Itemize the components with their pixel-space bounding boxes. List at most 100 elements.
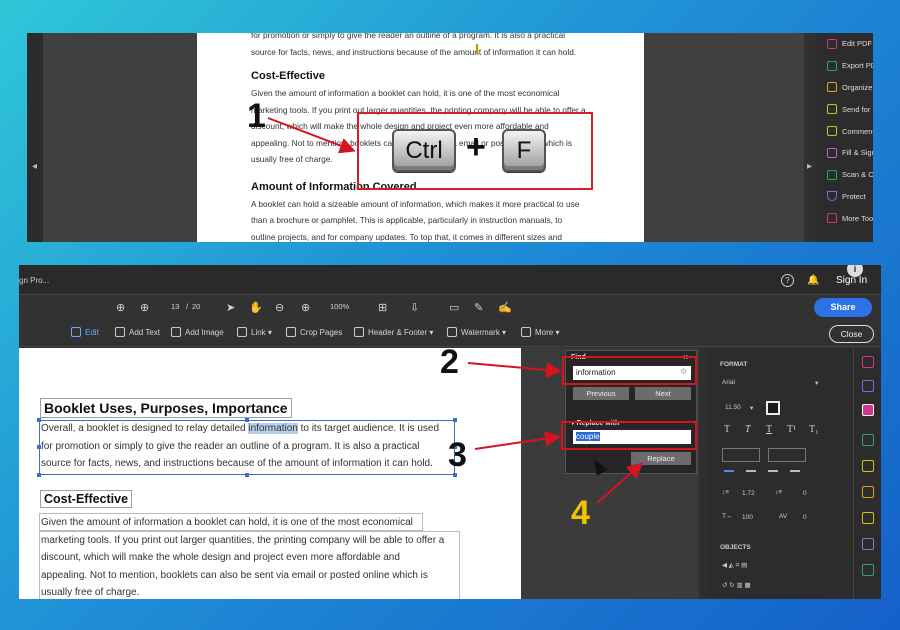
scroll-mode-icon[interactable]: ⇩ (410, 301, 419, 315)
paragraph-overall[interactable]: Overall, a booklet is designed to relay … (41, 420, 439, 473)
resize-handle[interactable] (245, 473, 249, 477)
bullet-list-select[interactable] (722, 448, 760, 462)
share-button[interactable]: Share (814, 298, 872, 317)
subscript-icon[interactable]: T₁ (809, 424, 819, 435)
fit-page-icon[interactable]: ⊞ (378, 301, 387, 315)
pen-icon[interactable]: ✎ (474, 301, 483, 315)
doc-line: outline projects, and for company update… (251, 231, 563, 242)
scan-icon (827, 169, 837, 180)
help-icon[interactable]: ? (781, 274, 794, 287)
tool-send-for[interactable]: Send for (816, 98, 873, 120)
bell-icon[interactable]: 🔔 (807, 275, 819, 286)
paragraph-line: appealing. Not to mention, booklets can … (41, 569, 428, 581)
replace-button[interactable]: Replace (631, 452, 691, 465)
add-text-button[interactable]: Add Text (115, 327, 160, 337)
align-center-icon[interactable] (746, 470, 756, 472)
link-button[interactable]: Link ▾ (237, 327, 272, 337)
window-title: gn Pro... (19, 276, 50, 285)
chevron-left-icon[interactable]: ◂ (32, 161, 37, 172)
crop-pages-button[interactable]: Crop Pages (286, 327, 342, 337)
paragraph-line: discount, which will make the whole desi… (41, 552, 400, 563)
chevron-down-icon[interactable]: ▾ (750, 404, 753, 412)
tool-more-tools[interactable]: More Tools (816, 207, 873, 229)
edit-icon (71, 327, 81, 337)
italic-icon[interactable]: T (745, 424, 751, 435)
sign-icon[interactable]: ✍ (498, 301, 512, 315)
tool-comment[interactable]: Comment (816, 120, 873, 142)
hand-icon[interactable]: ✋ (249, 301, 263, 315)
justify-icon[interactable] (790, 470, 800, 472)
more-button[interactable]: More ▾ (521, 327, 559, 337)
crop-icon (286, 327, 296, 337)
document-page: Booklet Uses, Purposes, Importance Overa… (19, 348, 521, 599)
tool-fill-sign[interactable]: Fill & Sign (816, 142, 873, 164)
comment-icon[interactable]: ▭ (449, 301, 459, 315)
link-label: Link ▾ (251, 327, 272, 337)
title-bar: gn Pro... ? 🔔 i Sign In (19, 265, 881, 295)
chevron-right-icon[interactable]: ▸ (807, 161, 812, 172)
sign-in-link[interactable]: Sign In (836, 275, 867, 286)
compress-icon[interactable] (862, 460, 874, 472)
align-left-icon[interactable] (724, 470, 734, 472)
tool-organize[interactable]: Organize (816, 77, 873, 99)
zoom-in-icon[interactable]: ⊕ (301, 301, 310, 315)
tool-export-pdf[interactable]: Export PDF (816, 55, 873, 77)
header-footer-button[interactable]: Header & Footer ▾ (354, 327, 433, 337)
text-color-swatch[interactable] (766, 401, 780, 415)
page-current-input[interactable]: 13 (171, 302, 179, 311)
page-down-icon[interactable]: ⊕ (140, 301, 149, 315)
zoom-out-icon[interactable]: ⊖ (275, 301, 284, 315)
doc-line: Given the amount of information a bookle… (251, 88, 560, 98)
line-spacing-value[interactable]: 1.72 (742, 490, 755, 497)
resize-handle[interactable] (453, 418, 457, 422)
rotate-icon[interactable]: ↺ ↻ ▥ ▦ (722, 581, 751, 589)
select-arrow-icon[interactable]: ➤ (226, 301, 235, 315)
organize-icon[interactable] (862, 404, 874, 416)
fill-sign-icon[interactable] (862, 538, 874, 550)
send-icon[interactable] (862, 486, 874, 498)
document-background-left (43, 33, 197, 242)
next-button[interactable]: Next (635, 387, 691, 400)
text-style-icon[interactable]: T (724, 424, 730, 435)
tools-pane: Edit PDF Export PDF Organize Send for Co… (816, 33, 873, 242)
print-icon[interactable] (862, 564, 874, 576)
tool-scan[interactable]: Scan & OCR (816, 164, 873, 186)
tool-label: Fill & Sign (842, 148, 873, 158)
vertical-scrollbar[interactable] (699, 348, 709, 599)
para-spacing-value[interactable]: 0 (803, 490, 807, 497)
doc-line: source for facts, news, and instructions… (251, 46, 577, 57)
zoom-level[interactable]: 100% (330, 302, 349, 311)
page-heading[interactable]: Booklet Uses, Purposes, Importance (40, 398, 292, 418)
char-spacing-value[interactable]: 0 (803, 514, 807, 521)
document-background-right (644, 33, 804, 242)
edit-button[interactable]: Edit (71, 327, 99, 337)
resize-handle[interactable] (37, 473, 41, 477)
export-pdf-icon[interactable] (862, 380, 874, 392)
more-tools-icon (827, 213, 837, 224)
align-right-icon[interactable] (768, 470, 778, 472)
font-family-select[interactable]: Arial (722, 379, 735, 386)
text-run: to its target audience. It is used (297, 423, 440, 434)
paragraph-cost-effective[interactable]: Given the amount of information a bookle… (41, 514, 444, 599)
numbered-list-select[interactable] (768, 448, 806, 462)
scan-icon[interactable] (862, 434, 874, 446)
edit-pdf-icon[interactable] (862, 356, 874, 368)
section-heading[interactable]: Cost-Effective (40, 490, 133, 508)
add-image-button[interactable]: Add Image (171, 327, 224, 337)
paragraph-line: Overall, a booklet is designed to relay … (41, 420, 439, 438)
char-spacing-icon: AV (779, 513, 788, 520)
previous-button[interactable]: Previous (573, 387, 629, 400)
chevron-down-icon[interactable]: ▾ (815, 379, 818, 387)
font-size-select[interactable]: 11.50 (725, 404, 741, 411)
scale-value[interactable]: 100 (742, 514, 753, 521)
flip-icon[interactable]: ◀ ◭ ⌗ ▤ (722, 561, 747, 570)
comment-icon[interactable] (862, 512, 874, 524)
underline-icon[interactable]: T (766, 424, 772, 435)
page-up-icon[interactable]: ⊕ (116, 301, 125, 315)
superscript-icon[interactable]: T¹ (787, 424, 796, 435)
watermark-button[interactable]: Watermark ▾ (447, 327, 506, 337)
tool-protect[interactable]: Protect (816, 186, 873, 208)
close-button[interactable]: Close (829, 325, 874, 343)
tool-edit-pdf[interactable]: Edit PDF (816, 33, 873, 55)
find-field-highlight (562, 356, 697, 385)
